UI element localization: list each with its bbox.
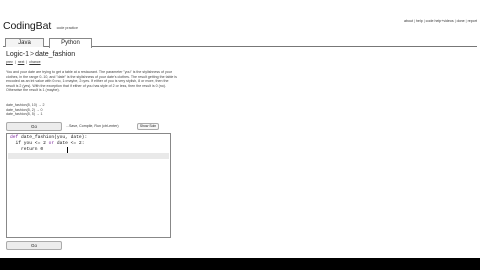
problem-description: You and your date are trying to get a ta… bbox=[6, 70, 177, 93]
language-tabs: Java Python bbox=[3, 38, 477, 48]
logo[interactable]: CodingBat code practice bbox=[3, 16, 83, 32]
problem-nav-links: prev | next | chance bbox=[6, 60, 41, 64]
help-link[interactable]: help bbox=[416, 19, 423, 23]
examples-list: date_fashion(5, 10) → 2 date_fashion(5, … bbox=[6, 103, 96, 119]
current-line-highlight bbox=[8, 153, 169, 159]
problem-title: Logic-1>date_fashion bbox=[6, 51, 206, 60]
title-separator: > bbox=[29, 51, 35, 58]
tab-python[interactable]: Python bbox=[49, 38, 92, 48]
code-text: date_fashion(you, date): bbox=[18, 135, 88, 140]
text-cursor bbox=[67, 147, 68, 153]
screen: CodingBat code practice about|help|code … bbox=[0, 0, 480, 270]
go-button[interactable]: Go bbox=[6, 122, 62, 131]
logo-text: CodingBat bbox=[3, 20, 52, 32]
about-link[interactable]: about bbox=[404, 19, 413, 23]
top-nav-links: about|help|code help+videos|done|report bbox=[403, 19, 477, 23]
run-hint: ...Save, Compile, Run (ctrl-enter) bbox=[66, 124, 119, 128]
problem-category[interactable]: Logic-1 bbox=[6, 51, 29, 58]
code-text: if you <= 2 bbox=[10, 141, 49, 146]
report-link[interactable]: report bbox=[468, 19, 477, 23]
problem-name: date_fashion bbox=[35, 51, 76, 58]
chance-link[interactable]: chance bbox=[29, 60, 40, 64]
prev-link[interactable]: prev bbox=[6, 60, 13, 64]
code-editor[interactable]: def date_fashion(you, date): if you <= 2… bbox=[6, 133, 171, 238]
done-link[interactable]: done bbox=[457, 19, 465, 23]
show-solution-button[interactable]: Show Soln bbox=[137, 123, 159, 130]
tab-java[interactable]: Java bbox=[5, 38, 44, 47]
code-line-3: return 0 bbox=[10, 147, 168, 153]
codingbat-page: CodingBat code practice about|help|code … bbox=[0, 0, 480, 258]
next-link[interactable]: next bbox=[18, 60, 25, 64]
code-help-link[interactable]: code help+videos bbox=[426, 19, 454, 23]
go-button-bottom[interactable]: Go bbox=[6, 241, 62, 250]
example-line: date_fashion(5, 5) → 1 bbox=[6, 112, 43, 117]
code-text: return 0 bbox=[10, 147, 44, 152]
logo-subtext: code practice bbox=[56, 26, 78, 30]
code-text: date <= 2: bbox=[54, 141, 85, 146]
